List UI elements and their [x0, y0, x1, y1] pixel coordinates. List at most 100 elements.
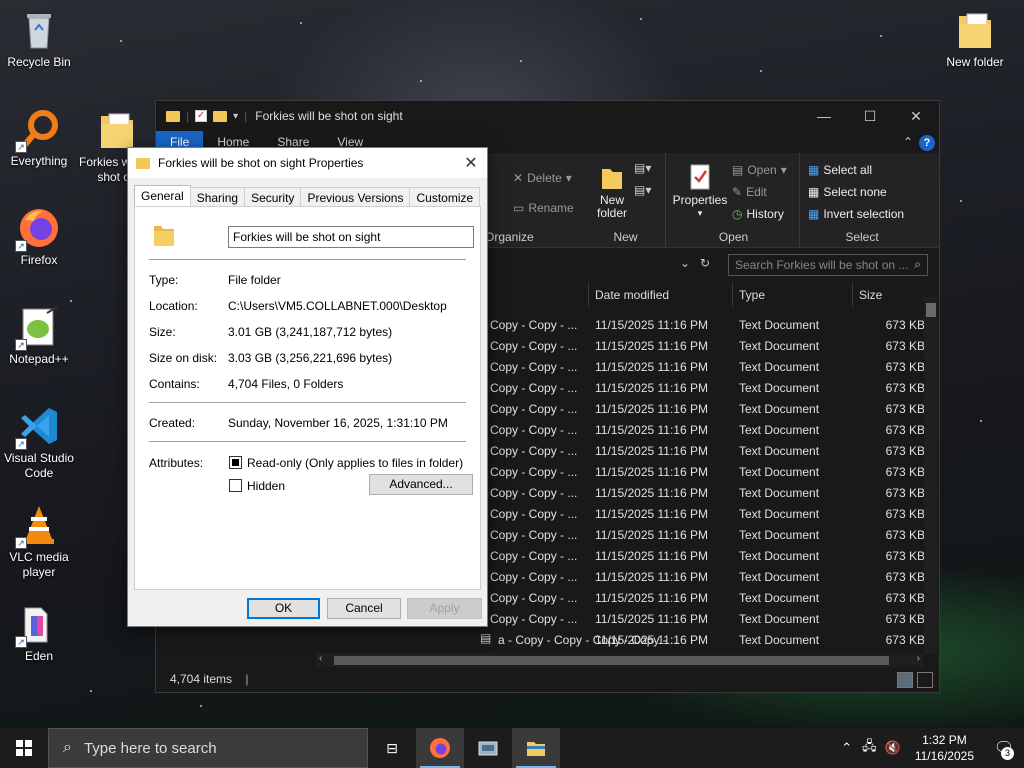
horizontal-scroll-thumb[interactable] — [334, 656, 889, 665]
ribbon-group-open: Properties ▾ ▤ Open ▾ ✎ Edit ◷ History Open — [668, 153, 800, 248]
properties-dialog[interactable]: Forkies will be shot on sight Properties… — [127, 147, 488, 627]
details-view-button[interactable] — [897, 672, 913, 688]
vertical-scrollbar[interactable] — [924, 297, 938, 654]
edit-button[interactable]: ✎ Edit — [732, 185, 767, 199]
desktop-icon-recycle-bin[interactable]: Recycle Bin — [0, 8, 78, 70]
address-bar[interactable]: ⌄ ↻ — [476, 253, 716, 275]
open-button[interactable]: ▤ Open ▾ — [732, 163, 787, 177]
taskbar-file-explorer[interactable] — [512, 728, 560, 768]
taskbar-control-panel[interactable] — [464, 728, 512, 768]
refresh-icon[interactable]: ↻ — [700, 256, 710, 270]
task-view-button[interactable]: ⊟ — [368, 728, 416, 768]
desktop-icon-firefox[interactable]: ↗ Firefox — [0, 206, 78, 268]
new-folder-button[interactable]: New folder — [592, 163, 632, 220]
desktop-icon-vlc[interactable]: ↗ VLC media player — [0, 503, 78, 580]
type-label: Type: — [149, 273, 179, 287]
file-size: 673 KB — [885, 444, 925, 458]
rename-button[interactable]: ▭ Rename — [513, 201, 574, 215]
horizontal-scrollbar[interactable]: ‹ › — [316, 653, 923, 667]
column-type[interactable]: Type — [739, 288, 765, 302]
column-size[interactable]: Size — [859, 288, 882, 302]
desktop-icon-vscode[interactable]: ↗ Visual Studio Code — [0, 404, 78, 481]
close-button[interactable]: ✕ — [893, 108, 939, 125]
status-bar: 4,704 items | — [156, 668, 939, 692]
easy-access-icon[interactable]: ▤▾ — [634, 183, 651, 197]
close-icon[interactable]: ✕ — [455, 153, 487, 173]
desktop-icon-everything[interactable]: ↗ Everything — [0, 107, 78, 169]
file-type: Text Document — [739, 360, 820, 374]
tab-sharing[interactable]: Sharing — [189, 187, 246, 207]
chevron-down-icon[interactable]: ▾ — [233, 111, 238, 122]
new-item-icon[interactable]: ▤▾ — [634, 161, 651, 175]
chevron-up-icon[interactable]: ⌃ — [903, 135, 913, 149]
large-icons-view-button[interactable] — [917, 672, 933, 688]
maximize-button[interactable]: ☐ — [847, 108, 893, 125]
created-label: Created: — [149, 416, 196, 430]
file-type: Text Document — [739, 612, 820, 626]
notepad-plus-plus-icon: ↗ — [15, 305, 61, 351]
file-type: Text Document — [739, 339, 820, 353]
tab-customize[interactable]: Customize — [409, 187, 481, 207]
firefox-icon: ↗ — [15, 206, 61, 252]
tab-security[interactable]: Security — [244, 187, 302, 207]
search-icon: ⌕ — [63, 739, 72, 756]
file-name: Copy - Copy - ... — [490, 591, 578, 605]
folder-icon — [154, 226, 174, 246]
delete-button[interactable]: ✕ Delete ▾ — [513, 171, 572, 185]
clock[interactable]: 1:32 PM 11/16/2025 — [905, 732, 984, 764]
desktop-icon-label: VLC media player — [9, 550, 69, 579]
apply-button[interactable]: Apply — [407, 598, 482, 619]
file-date: 11/15/2025 11:16 PM — [595, 570, 708, 584]
file-size: 673 KB — [885, 528, 925, 542]
clock-time: 1:32 PM — [922, 733, 967, 747]
dialog-title-bar[interactable]: Forkies will be shot on sight Properties… — [128, 148, 487, 178]
select-all-button[interactable]: ▦ Select all — [808, 163, 872, 177]
column-date-modified[interactable]: Date modified — [595, 288, 669, 302]
firefox-icon — [430, 738, 450, 758]
ok-button[interactable]: OK — [247, 598, 320, 619]
file-row[interactable]: ▤ a - Copy - Copy - Copy - Copy - ... 11/1… — [316, 629, 925, 650]
network-icon[interactable]: 🖧 — [858, 737, 881, 759]
properties-button[interactable]: Properties ▾ — [672, 163, 728, 220]
cancel-button[interactable]: Cancel — [327, 598, 401, 619]
invert-selection-button[interactable]: ▦ Invert selection — [808, 207, 904, 221]
volume-muted-icon[interactable]: 🔇 — [881, 740, 905, 756]
file-name: Copy - Copy - ... — [490, 528, 578, 542]
folder-name-input[interactable]: Forkies will be shot on sight — [228, 226, 474, 248]
minimize-button[interactable]: — — [801, 108, 847, 125]
help-icon[interactable]: ? — [919, 135, 935, 151]
notification-center-button[interactable]: 🗨 3 — [984, 728, 1024, 768]
edit-icon: ✎ — [732, 185, 743, 199]
tab-general[interactable]: General — [134, 185, 191, 207]
quick-access-toolbar: | ✓ ▾ | — [166, 109, 247, 123]
advanced-button[interactable]: Advanced... — [369, 474, 473, 495]
eden-icon: ↗ — [15, 602, 61, 648]
file-type: Text Document — [739, 591, 820, 605]
file-type: Text Document — [739, 318, 820, 332]
desktop-icon-label: New folder — [946, 55, 1004, 69]
chevron-down-icon[interactable]: ⌄ — [680, 256, 690, 270]
properties-quick-icon[interactable]: ✓ — [195, 110, 208, 122]
file-name: Copy - Copy - ... — [490, 339, 578, 353]
history-button[interactable]: ◷ History — [732, 207, 784, 221]
vlc-icon: ↗ — [15, 503, 61, 549]
chevron-up-icon[interactable]: ⌃ — [835, 740, 858, 756]
desktop-icon-eden[interactable]: ↗ Eden — [0, 602, 78, 664]
desktop-icon-new-folder[interactable]: New folder — [936, 8, 1014, 70]
size-on-disk-label: Size on disk: — [149, 351, 218, 365]
size-label: Size: — [149, 325, 176, 339]
tab-previous-versions[interactable]: Previous Versions — [300, 187, 411, 207]
select-none-button[interactable]: ▦ Select none — [808, 185, 887, 199]
start-button[interactable] — [0, 728, 48, 768]
taskbar-search-box[interactable]: ⌕ Type here to search — [48, 728, 368, 768]
new-folder-quick-icon[interactable] — [213, 110, 228, 122]
search-input[interactable]: Search Forkies will be shot on ... ⌕ — [728, 254, 928, 276]
explorer-title-bar[interactable]: | ✓ ▾ | Forkies will be shot on sight — … — [156, 101, 939, 131]
readonly-checkbox[interactable] — [229, 456, 242, 469]
clock-date: 11/16/2025 — [914, 749, 974, 763]
file-type: Text Document — [739, 528, 820, 542]
hidden-checkbox[interactable] — [229, 479, 242, 492]
desktop-icon-notepadpp[interactable]: ↗ Notepad++ — [0, 305, 78, 367]
taskbar-firefox[interactable] — [416, 728, 464, 768]
file-type: Text Document — [739, 486, 820, 500]
